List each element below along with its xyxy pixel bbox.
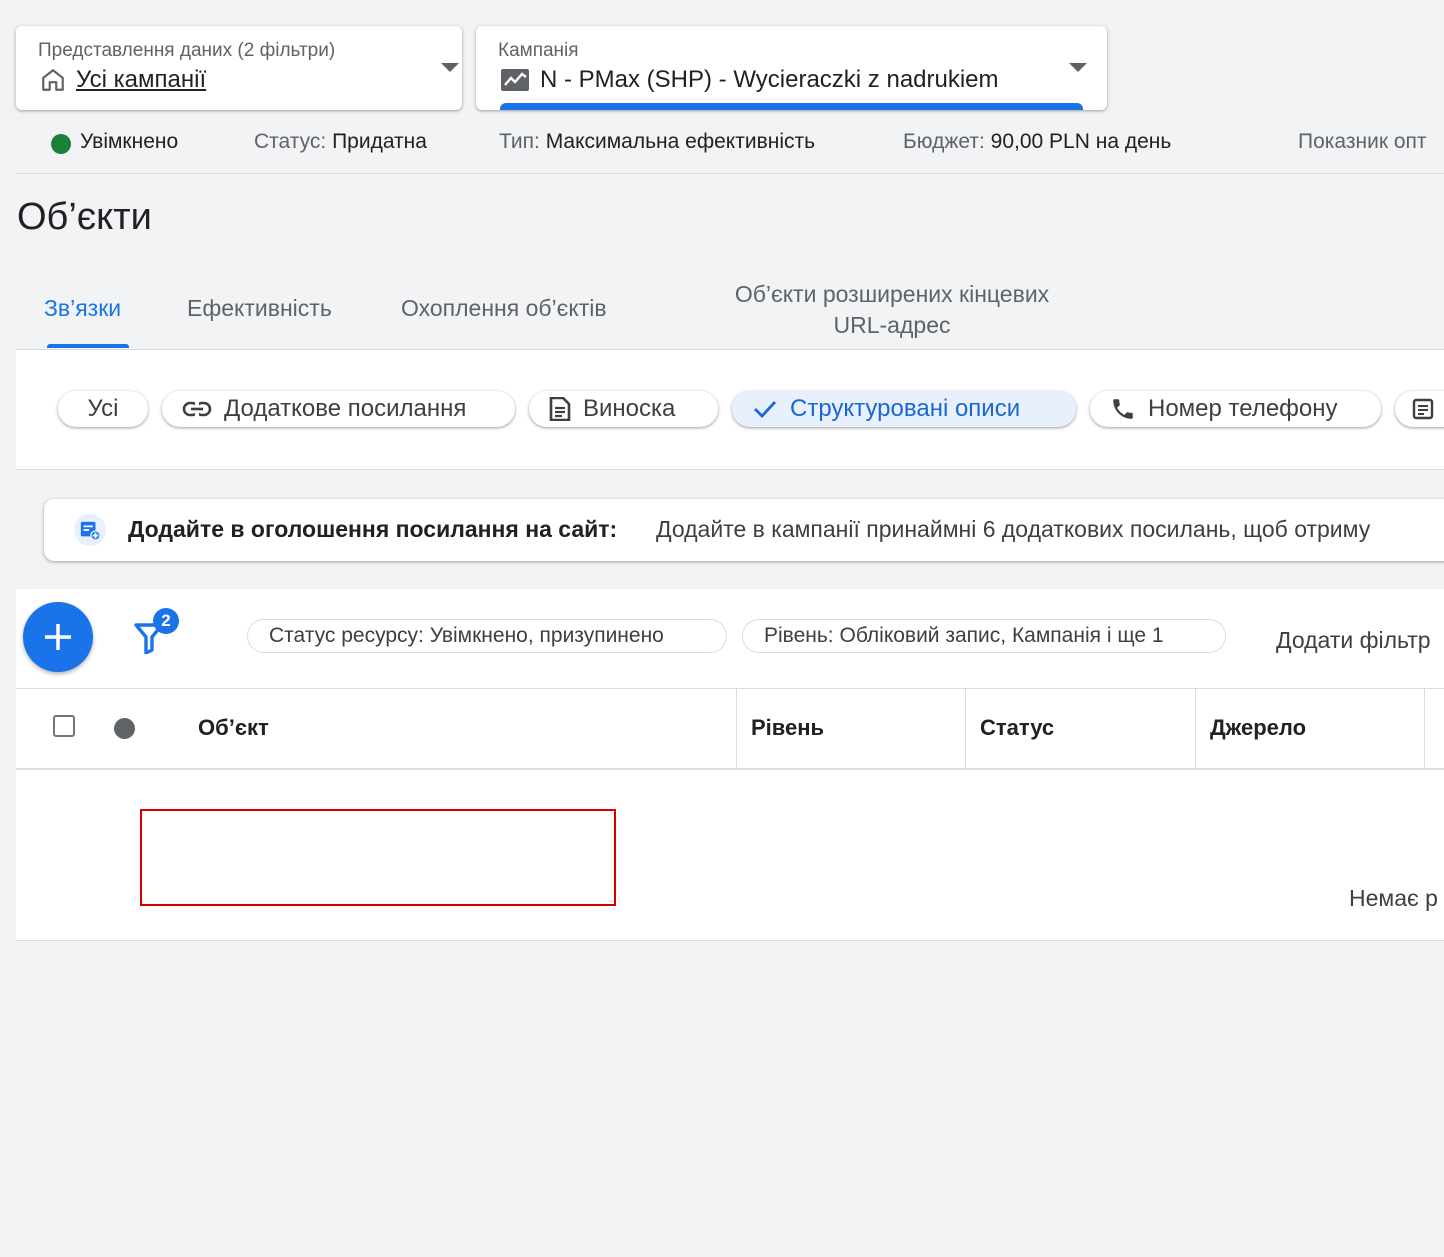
- filter-count-badge: 2: [153, 608, 179, 634]
- plus-icon: [45, 624, 71, 650]
- chip-label: Усі: [87, 395, 119, 422]
- banner-title: Додайте в оголошення посилання на сайт:: [128, 516, 618, 542]
- type-value: Максимальна ефективність: [545, 130, 816, 153]
- column-header-level[interactable]: Рівень: [751, 715, 824, 741]
- divider: [16, 940, 1444, 941]
- status-label: Статус:: [254, 130, 327, 153]
- campaign-selector-value: N - PMax (SHP) - Wycieraczki z nadrukiem: [540, 66, 999, 93]
- phone-icon: [1113, 399, 1133, 419]
- chip-structured-snippets[interactable]: Структуровані описи: [732, 391, 1076, 427]
- chip-callout[interactable]: Виноска: [529, 391, 718, 427]
- divider: [16, 173, 1444, 174]
- column-divider: [1195, 689, 1196, 769]
- budget-value[interactable]: 90,00 PLN на день: [991, 130, 1172, 153]
- table-header-divider: [16, 768, 1444, 770]
- document-icon: [549, 397, 571, 421]
- tab-performance[interactable]: Ефективність: [187, 295, 332, 322]
- column-header-asset[interactable]: Об’єкт: [198, 715, 269, 741]
- filter-chip-level[interactable]: Рівень: Обліковий запис, Кампанія і ще 1: [742, 619, 1226, 653]
- enabled-status-text[interactable]: Увімкнено: [80, 130, 178, 154]
- tab-associations[interactable]: Зв’язки: [44, 295, 121, 322]
- optimization-score-label: Показник опт: [1298, 130, 1427, 153]
- chip-label: Номер телефону: [1148, 395, 1338, 422]
- column-header-source[interactable]: Джерело: [1210, 715, 1306, 741]
- column-divider: [736, 689, 737, 769]
- campaign-status-bar: Увімкнено Статус: Придатна Тип: Максимал…: [0, 128, 1444, 158]
- view-selector-label: Представлення даних (2 фільтри): [38, 40, 336, 61]
- column-divider: [965, 689, 966, 769]
- tab-bar: Зв’язки Ефективність Охоплення об’єктів …: [0, 270, 1444, 350]
- home-icon: [42, 69, 64, 91]
- chip-more[interactable]: [1395, 391, 1444, 427]
- status-column-icon: [114, 718, 135, 739]
- divider: [16, 688, 1444, 689]
- chevron-down-icon[interactable]: [1069, 63, 1087, 72]
- article-icon: [1412, 398, 1434, 420]
- chip-label: Структуровані описи: [790, 395, 1021, 422]
- banner-text: Додайте в кампанії принаймні 6 додаткови…: [656, 516, 1371, 542]
- type-label: Тип:: [499, 130, 540, 153]
- add-asset-button[interactable]: [23, 602, 93, 672]
- campaign-selector[interactable]: Кампанія N - PMax (SHP) - Wycieraczki z …: [476, 26, 1107, 110]
- page-title: Об’єкти: [17, 196, 152, 238]
- selected-indicator: [500, 103, 1083, 110]
- chip-label: Додаткове посилання: [224, 395, 467, 422]
- view-selector[interactable]: Представлення даних (2 фільтри) Усі камп…: [16, 26, 462, 110]
- active-tab-indicator: [47, 344, 129, 348]
- divider: [16, 469, 1444, 470]
- highlight-box: [140, 809, 616, 906]
- chip-sitelink[interactable]: Додаткове посилання: [162, 391, 515, 427]
- check-icon: [754, 401, 777, 419]
- pmax-campaign-icon: [501, 69, 529, 91]
- recommendation-banner[interactable]: Додайте в оголошення посилання на сайт: …: [44, 499, 1444, 561]
- add-filter-button[interactable]: Додати фільтр: [1276, 627, 1431, 654]
- chip-label: Виноска: [583, 395, 676, 422]
- add-sitelink-icon: [80, 521, 101, 541]
- status-value: Придатна: [332, 130, 427, 153]
- view-selector-value[interactable]: Усі кампанії: [76, 66, 206, 94]
- filter-chip-resource-status[interactable]: Статус ресурсу: Увімкнено, призупинено: [247, 619, 727, 653]
- campaign-selector-label: Кампанія: [498, 40, 579, 61]
- chip-all[interactable]: Усі: [58, 391, 148, 427]
- tab-final-url-expansion-assets[interactable]: Об’єкти розширених кінцевих URL-адрес: [706, 279, 1078, 341]
- chip-phone-number[interactable]: Номер телефону: [1090, 391, 1381, 427]
- column-divider: [1424, 689, 1425, 769]
- select-all-checkbox[interactable]: [53, 715, 75, 737]
- column-header-status[interactable]: Статус: [980, 715, 1054, 741]
- tab-asset-coverage[interactable]: Охоплення об’єктів: [401, 295, 607, 322]
- link-icon: [182, 401, 212, 417]
- empty-table-message: Немає р: [1349, 885, 1438, 911]
- budget-label: Бюджет:: [903, 130, 985, 153]
- chevron-down-icon[interactable]: [441, 63, 459, 72]
- enabled-status-icon: [51, 134, 71, 154]
